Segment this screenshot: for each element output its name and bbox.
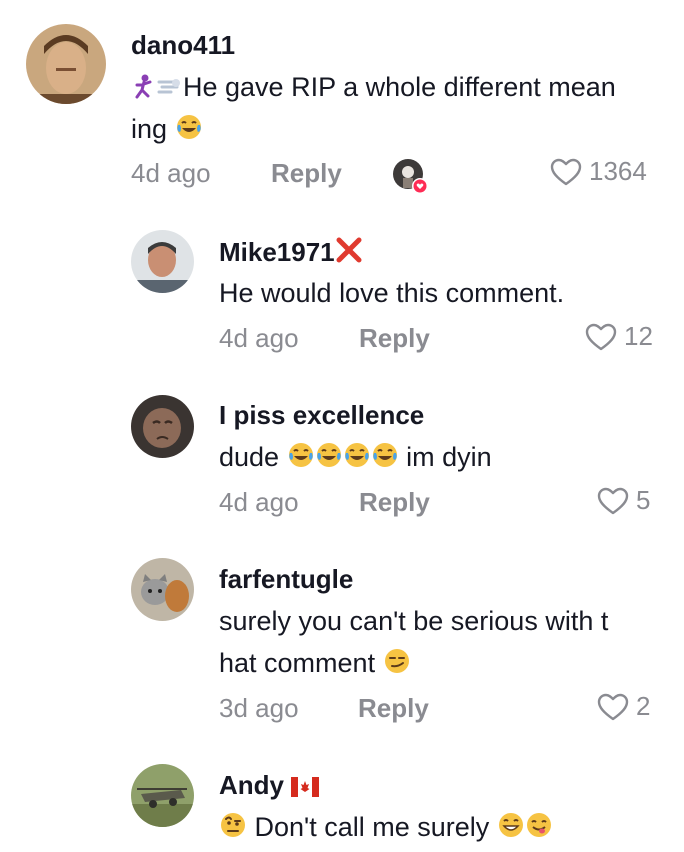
like-count: 1364	[589, 156, 647, 186]
tears-of-joy-emoji	[371, 441, 399, 469]
heart-icon	[585, 323, 617, 350]
username[interactable]: dano411	[131, 30, 235, 61]
like-count: 5	[636, 485, 651, 515]
comment-text-line: Don't call me surely	[254, 812, 490, 842]
reply-button[interactable]: Reply	[359, 323, 430, 354]
tears-of-joy-emoji	[175, 113, 203, 141]
grinning-emoji	[497, 811, 525, 839]
like-count: 12	[624, 321, 653, 351]
avatar[interactable]	[131, 764, 194, 827]
comment-text: dude im dyin	[219, 436, 659, 478]
avatar[interactable]	[26, 24, 106, 104]
comment-text: surely you can't be serious with t hat c…	[219, 600, 659, 684]
comment-time: 4d ago	[219, 487, 299, 517]
tears-of-joy-emoji	[287, 441, 315, 469]
username-text: Mike1971	[219, 237, 335, 267]
username[interactable]: Andy	[219, 770, 320, 801]
like-button[interactable]: 12	[584, 321, 653, 352]
avatar[interactable]	[131, 395, 194, 458]
comment-time: 4d ago	[131, 158, 211, 188]
comment-text: He gave RIP a whole different mean ing	[131, 66, 671, 150]
smirk-emoji	[383, 647, 411, 675]
dancing-man-emoji	[131, 73, 157, 99]
username[interactable]: farfentugle	[219, 564, 353, 595]
avatar[interactable]	[131, 558, 194, 621]
comment-text-line: hat comment	[219, 648, 376, 678]
like-count: 2	[636, 691, 651, 721]
comment-text-part: dude	[219, 442, 280, 472]
comment-text-line: ing	[131, 114, 168, 144]
like-button[interactable]: 5	[596, 485, 650, 516]
comment-time: 3d ago	[219, 693, 299, 723]
username-text: Andy	[219, 770, 284, 800]
heart-icon	[597, 487, 629, 514]
username[interactable]: Mike1971	[219, 236, 363, 268]
avatar[interactable]	[131, 230, 194, 293]
heart-icon	[550, 158, 582, 185]
cross-mark-emoji	[335, 236, 363, 264]
yum-emoji	[525, 811, 553, 839]
comment-text: Don't call me surely	[219, 806, 659, 848]
tears-of-joy-emoji	[343, 441, 371, 469]
canada-flag-emoji	[291, 777, 320, 797]
reply-button[interactable]: Reply	[271, 158, 342, 189]
creator-liked-badge	[392, 158, 430, 196]
like-button[interactable]: 2	[596, 691, 650, 722]
comment-text: He would love this comment.	[219, 278, 565, 308]
like-button[interactable]: 1364	[549, 156, 647, 187]
comment-text-line: surely you can't be serious with t	[219, 606, 609, 636]
comment-text-part: im dyin	[406, 442, 492, 472]
tears-of-joy-emoji	[315, 441, 343, 469]
reply-button[interactable]: Reply	[359, 487, 430, 518]
comment-time: 4d ago	[219, 323, 299, 353]
raised-eyebrow-emoji	[219, 811, 247, 839]
username[interactable]: I piss excellence	[219, 400, 424, 431]
reply-button[interactable]: Reply	[358, 693, 429, 724]
heart-icon	[597, 693, 629, 720]
comment-text-line: He gave RIP a whole different mean	[183, 72, 616, 102]
dash-emoji	[157, 73, 183, 99]
